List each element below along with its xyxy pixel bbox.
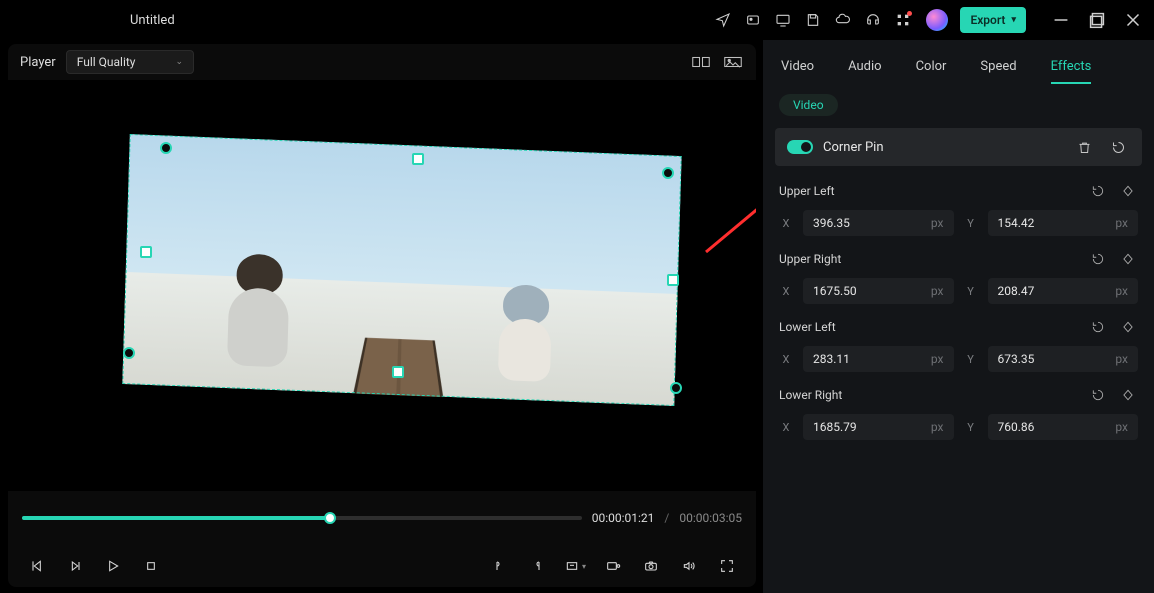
inspector-panel: Video Audio Color Speed Effects Video Co… bbox=[762, 40, 1154, 593]
param-y-input[interactable]: 760.86px bbox=[988, 414, 1139, 440]
mark-in-button[interactable] bbox=[484, 553, 514, 579]
effect-enable-toggle[interactable] bbox=[787, 140, 813, 154]
export-button[interactable]: Export ▾ bbox=[960, 7, 1026, 33]
stop-button[interactable] bbox=[136, 553, 166, 579]
param-reset-button[interactable] bbox=[1088, 181, 1108, 201]
user-avatar[interactable] bbox=[926, 9, 948, 31]
seek-thumb[interactable] bbox=[324, 512, 336, 524]
param-keyframe-button[interactable] bbox=[1118, 181, 1138, 201]
effect-reset-button[interactable] bbox=[1106, 135, 1130, 159]
param-group: Upper Left X 396.35px Y 154.42px bbox=[775, 178, 1142, 246]
param-x-input[interactable]: 396.35px bbox=[803, 210, 954, 236]
param-keyframe-button[interactable] bbox=[1118, 317, 1138, 337]
tab-audio[interactable]: Audio bbox=[848, 59, 881, 84]
share-icon[interactable] bbox=[712, 9, 734, 31]
effect-header: Corner Pin bbox=[775, 128, 1142, 166]
param-label: Lower Right bbox=[779, 388, 1088, 402]
mark-out-button[interactable] bbox=[522, 553, 552, 579]
document-title: Untitled bbox=[130, 13, 175, 28]
param-reset-button[interactable] bbox=[1088, 249, 1108, 269]
quality-dropdown[interactable]: Full Quality ⌄ bbox=[66, 50, 194, 74]
handle-mid-bottom[interactable] bbox=[392, 366, 404, 378]
handle-mid-left[interactable] bbox=[140, 246, 152, 258]
play-button[interactable] bbox=[98, 553, 128, 579]
chevron-down-icon: ⌄ bbox=[176, 57, 184, 67]
window-maximize-button[interactable] bbox=[1086, 9, 1108, 31]
seek-bar[interactable] bbox=[22, 509, 582, 527]
tab-effects[interactable]: Effects bbox=[1051, 59, 1092, 84]
cloud-icon[interactable] bbox=[832, 9, 854, 31]
asset-icon[interactable] bbox=[742, 9, 764, 31]
prev-frame-button[interactable] bbox=[60, 553, 90, 579]
param-y-input[interactable]: 154.42px bbox=[988, 210, 1139, 236]
param-reset-button[interactable] bbox=[1088, 385, 1108, 405]
param-label: Lower Left bbox=[779, 320, 1088, 334]
window-minimize-button[interactable] bbox=[1050, 9, 1072, 31]
title-bar: Untitled Export ▾ bbox=[0, 0, 1154, 40]
param-y-input[interactable]: 673.35px bbox=[988, 346, 1139, 372]
param-x-input[interactable]: 1685.79px bbox=[803, 414, 954, 440]
tab-color[interactable]: Color bbox=[916, 59, 947, 84]
quality-selected: Full Quality bbox=[77, 55, 136, 69]
volume-button[interactable] bbox=[674, 553, 704, 579]
param-label: Upper Right bbox=[779, 252, 1088, 266]
picture-icon[interactable] bbox=[722, 52, 744, 72]
timecode-current: 00:00:01:21 bbox=[592, 511, 655, 525]
axis-x-label: X bbox=[779, 353, 793, 366]
axis-x-label: X bbox=[779, 217, 793, 230]
param-keyframe-button[interactable] bbox=[1118, 249, 1138, 269]
param-y-input[interactable]: 208.47px bbox=[988, 278, 1139, 304]
param-reset-button[interactable] bbox=[1088, 317, 1108, 337]
param-x-input[interactable]: 1675.50px bbox=[803, 278, 954, 304]
screen-icon[interactable] bbox=[772, 9, 794, 31]
axis-y-label: Y bbox=[964, 353, 978, 366]
compare-view-icon[interactable] bbox=[690, 52, 712, 72]
effect-name: Corner Pin bbox=[823, 140, 1062, 155]
axis-y-label: Y bbox=[964, 217, 978, 230]
chevron-down-icon: ▾ bbox=[1011, 15, 1016, 25]
param-group: Upper Right X 1675.50px Y 208.47px bbox=[775, 246, 1142, 314]
axis-x-label: X bbox=[779, 285, 793, 298]
inspector-tabs: Video Audio Color Speed Effects bbox=[763, 40, 1154, 84]
handle-lower-right[interactable] bbox=[670, 382, 682, 394]
window-close-button[interactable] bbox=[1122, 9, 1144, 31]
effects-filter-chip-video[interactable]: Video bbox=[779, 94, 838, 116]
annotation-arrow-icon bbox=[696, 62, 756, 262]
handle-upper-right[interactable] bbox=[662, 167, 674, 179]
player-label: Player bbox=[20, 55, 56, 70]
effect-delete-button[interactable] bbox=[1072, 135, 1096, 159]
handle-mid-right[interactable] bbox=[667, 274, 679, 286]
tab-speed[interactable]: Speed bbox=[980, 59, 1016, 84]
param-label: Upper Left bbox=[779, 184, 1088, 198]
param-x-input[interactable]: 283.11px bbox=[803, 346, 954, 372]
preview-canvas[interactable] bbox=[8, 80, 756, 491]
handle-mid-top[interactable] bbox=[412, 153, 424, 165]
axis-y-label: Y bbox=[964, 285, 978, 298]
handle-lower-left[interactable] bbox=[123, 347, 135, 359]
param-group: Lower Left X 283.11px Y 673.35px bbox=[775, 314, 1142, 382]
axis-y-label: Y bbox=[964, 421, 978, 434]
tab-video[interactable]: Video bbox=[781, 59, 814, 84]
axis-x-label: X bbox=[779, 421, 793, 434]
step-back-button[interactable] bbox=[22, 553, 52, 579]
snapshot-button[interactable] bbox=[636, 553, 666, 579]
param-group: Lower Right X 1685.79px Y 760.86px bbox=[775, 382, 1142, 450]
timecode-duration: 00:00:03:05 bbox=[679, 511, 742, 525]
seek-fill bbox=[22, 516, 330, 520]
record-button[interactable] bbox=[598, 553, 628, 579]
save-icon[interactable] bbox=[802, 9, 824, 31]
export-button-label: Export bbox=[970, 13, 1005, 27]
crop-button[interactable]: ▾ bbox=[560, 553, 590, 579]
param-keyframe-button[interactable] bbox=[1118, 385, 1138, 405]
apps-icon[interactable] bbox=[892, 9, 914, 31]
support-icon[interactable] bbox=[862, 9, 884, 31]
timecode-separator: / bbox=[664, 511, 669, 525]
notification-dot-icon bbox=[907, 11, 912, 16]
handle-upper-left[interactable] bbox=[160, 142, 172, 154]
fullscreen-button[interactable] bbox=[712, 553, 742, 579]
player-panel: Player Full Quality ⌄ bbox=[0, 40, 762, 593]
